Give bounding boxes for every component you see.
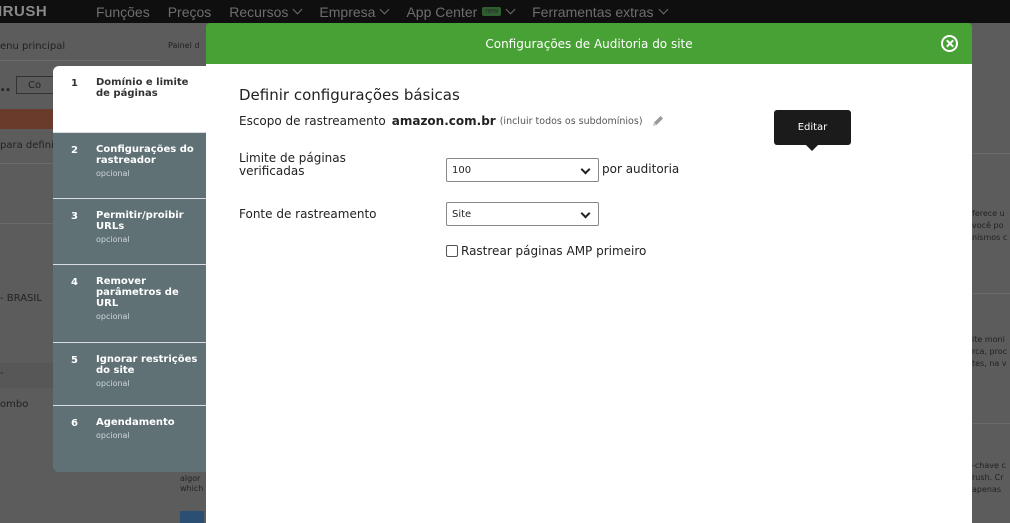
- crawl-source-value: Site: [452, 208, 472, 220]
- step-schedule[interactable]: 6 Agendamento opcional: [53, 406, 206, 472]
- bg-text: -chave c: [972, 461, 1006, 470]
- crawl-source-label: Fonte de rastreamento: [239, 207, 377, 221]
- chevron-down-icon: [580, 208, 591, 219]
- step-title: Agendamento: [96, 417, 175, 428]
- step-label: Configurações do rastreador opcional: [96, 144, 201, 179]
- chevron-down-icon: [658, 4, 668, 15]
- page-limit-label: Limite de páginas verificadas: [239, 151, 346, 178]
- divider: [972, 423, 1010, 424]
- divider: [0, 163, 55, 164]
- nav-ferramentas-extras[interactable]: Ferramentas extras: [532, 3, 668, 20]
- bg-text: você po: [972, 221, 1004, 230]
- bg-ellipsis: ..: [0, 79, 11, 95]
- step-number: 1: [71, 78, 78, 89]
- step-title: Ignorar restrições do site: [96, 354, 198, 376]
- modal-content: Definir configurações básicas Escopo de …: [206, 64, 972, 523]
- modal-title: Configurações de Auditoria do site: [485, 36, 693, 51]
- step-number: 5: [71, 355, 78, 366]
- bg-text: ombo: [0, 399, 29, 410]
- chevron-down-icon: [292, 4, 303, 15]
- site-audit-settings-modal: 1 Domínio e limite de páginas 2 Configur…: [53, 23, 972, 523]
- step-allow-disallow-urls[interactable]: 3 Permitir/proibir URLs opcional: [53, 199, 206, 265]
- step-label: Ignorar restrições do site opcional: [96, 354, 201, 389]
- step-domain-limit[interactable]: 1 Domínio e limite de páginas: [53, 66, 206, 133]
- page-limit-value: 100: [452, 164, 472, 176]
- divider: [972, 293, 1010, 294]
- amp-checkbox[interactable]: [446, 245, 458, 257]
- bg-orange-bar: [0, 109, 55, 129]
- modal-header: Configurações de Auditoria do site: [206, 23, 972, 64]
- bg-text: ite moni: [972, 335, 1005, 344]
- section-heading: Definir configurações básicas: [239, 86, 460, 104]
- amp-checkbox-label: Rastrear páginas AMP primeiro: [461, 244, 647, 258]
- step-number: 6: [71, 418, 78, 429]
- new-badge: new: [482, 7, 502, 16]
- scope-domain: amazon.com.br: [391, 114, 496, 128]
- page-limit-suffix: por auditoria: [602, 162, 680, 176]
- step-number: 4: [71, 277, 78, 288]
- divider: [972, 153, 1010, 154]
- divider: [0, 223, 55, 224]
- step-remove-url-params[interactable]: 4 Remover parâmetros de URL opcional: [53, 265, 206, 343]
- close-icon[interactable]: [941, 35, 958, 52]
- chevron-down-icon: [380, 4, 390, 15]
- amp-checkbox-row[interactable]: Rastrear páginas AMP primeiro: [446, 244, 646, 258]
- step-optional: opcional: [96, 431, 130, 440]
- pencil-icon[interactable]: [651, 114, 665, 128]
- bg-button-label: Co: [28, 80, 42, 91]
- scope-hint: (incluir todos os subdomínios): [499, 115, 643, 127]
- crawl-source-select[interactable]: Site: [446, 202, 599, 226]
- chevron-down-icon: [505, 4, 516, 15]
- nav-recursos-label: Recursos: [229, 3, 289, 20]
- wizard-steps: 1 Domínio e limite de páginas 2 Configur…: [53, 66, 206, 472]
- chevron-down-icon: [580, 164, 591, 175]
- scope-label: Escopo de rastreamento: [239, 114, 386, 128]
- edit-tooltip: Editar: [774, 110, 851, 151]
- step-number: 2: [71, 145, 78, 156]
- page-limit-select[interactable]: 100: [446, 158, 599, 182]
- step-title: Domínio e limite de páginas: [96, 77, 189, 99]
- crawl-scope: Escopo de rastreamento amazon.com.br (in…: [239, 114, 665, 128]
- nav-empresa[interactable]: Empresa: [319, 3, 390, 20]
- bg-text: - BRASIL: [0, 293, 42, 304]
- bg-row: [0, 363, 55, 388]
- step-optional: opcional: [96, 169, 130, 178]
- top-navbar: IRUSH Funções Preços Recursos Empresa Ap…: [0, 0, 1010, 23]
- step-optional: opcional: [96, 312, 130, 321]
- step-crawler-settings[interactable]: 2 Configurações do rastreador opcional: [53, 133, 206, 199]
- bg-text: rush. Cr: [972, 473, 1004, 482]
- bg-text: tes, na v: [972, 359, 1007, 368]
- bg-text: apenas: [972, 485, 1002, 494]
- nav-recursos[interactable]: Recursos: [229, 3, 303, 20]
- bg-text: para defini: [0, 140, 54, 151]
- bg-text: rca, proc: [972, 347, 1007, 356]
- step-label: Remover parâmetros de URL opcional: [96, 276, 201, 322]
- step-label: Agendamento opcional: [96, 417, 201, 441]
- step-title: Remover parâmetros de URL: [96, 276, 179, 309]
- brand-logo[interactable]: IRUSH: [0, 3, 96, 20]
- nav-app-center[interactable]: App Center new: [406, 3, 516, 20]
- step-title: Configurações do rastreador: [96, 144, 194, 166]
- tooltip-text: Editar: [797, 122, 828, 133]
- nav-precos[interactable]: Preços: [168, 4, 212, 20]
- step-title: Permitir/proibir URLs: [96, 210, 184, 232]
- step-label: Permitir/proibir URLs opcional: [96, 210, 201, 245]
- bg-text: ferece u: [972, 209, 1005, 218]
- step-optional: opcional: [96, 235, 130, 244]
- bg-text: nismos c: [972, 233, 1008, 242]
- nav-app-center-label: App Center: [406, 3, 478, 20]
- nav-ferramentas-label: Ferramentas extras: [532, 3, 654, 20]
- step-optional: opcional: [96, 379, 130, 388]
- step-label: Domínio e limite de páginas: [96, 77, 201, 99]
- step-bypass-restrictions[interactable]: 5 Ignorar restrições do site opcional: [53, 343, 206, 406]
- bg-text: -: [0, 368, 4, 379]
- nav-funcoes[interactable]: Funções: [96, 4, 150, 20]
- step-number: 3: [71, 211, 78, 222]
- nav-empresa-label: Empresa: [319, 3, 376, 20]
